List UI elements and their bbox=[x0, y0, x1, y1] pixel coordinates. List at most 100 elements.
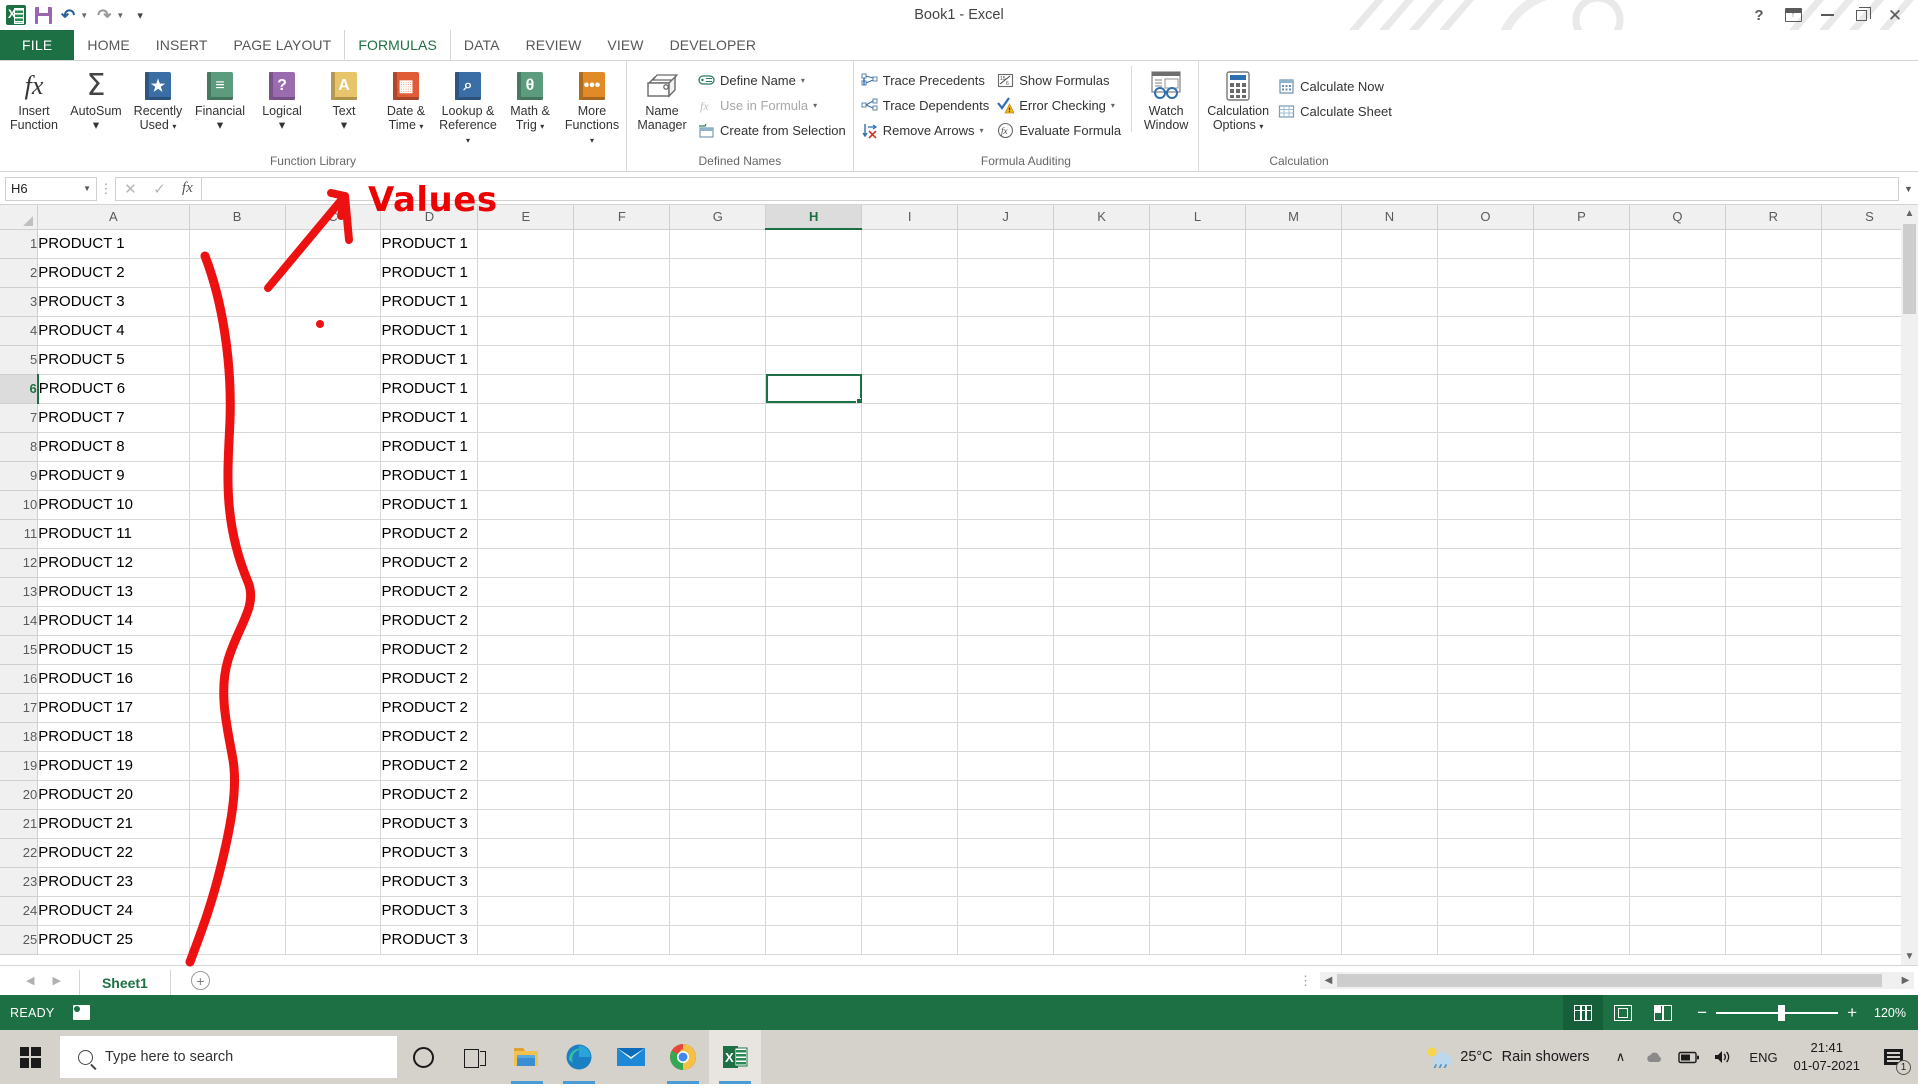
cell-N12[interactable] bbox=[1341, 548, 1438, 578]
cell-C25[interactable] bbox=[285, 925, 382, 955]
column-header-B[interactable]: B bbox=[189, 205, 286, 230]
cell-L20[interactable] bbox=[1149, 780, 1246, 810]
cell-P4[interactable] bbox=[1533, 316, 1630, 346]
cell-C4[interactable] bbox=[285, 316, 382, 346]
cell-E19[interactable] bbox=[477, 751, 575, 781]
cell-N2[interactable] bbox=[1341, 258, 1438, 288]
cell-H14[interactable] bbox=[765, 606, 863, 636]
cell-H2[interactable] bbox=[765, 258, 863, 288]
cell-K4[interactable] bbox=[1053, 316, 1151, 346]
use-in-formula-dropdown-icon[interactable]: ▾ bbox=[813, 101, 817, 110]
define-name-button[interactable]: Define Name ▾ bbox=[694, 68, 850, 93]
cell-M14[interactable] bbox=[1245, 606, 1342, 636]
cell-P2[interactable] bbox=[1533, 258, 1630, 288]
column-header-C[interactable]: C bbox=[285, 205, 382, 230]
expand-formula-bar-icon[interactable]: ▼ bbox=[1899, 184, 1918, 194]
cell-L10[interactable] bbox=[1149, 490, 1246, 520]
undo-icon[interactable]: ↶ bbox=[61, 7, 75, 24]
cell-N8[interactable] bbox=[1341, 432, 1438, 462]
cell-Q4[interactable] bbox=[1629, 316, 1726, 346]
cell-H21[interactable] bbox=[765, 809, 863, 839]
cell-D21[interactable]: PRODUCT 3 bbox=[380, 809, 479, 839]
cell-K3[interactable] bbox=[1053, 287, 1151, 317]
cell-B20[interactable] bbox=[189, 780, 286, 810]
cell-D11[interactable]: PRODUCT 2 bbox=[380, 519, 479, 549]
cell-H9[interactable] bbox=[765, 461, 863, 491]
cell-D14[interactable]: PRODUCT 2 bbox=[380, 606, 479, 636]
cell-Q12[interactable] bbox=[1629, 548, 1726, 578]
cell-B6[interactable] bbox=[189, 374, 286, 404]
row-header-6[interactable]: 6 bbox=[0, 374, 39, 404]
cell-L1[interactable] bbox=[1149, 229, 1246, 259]
cell-R8[interactable] bbox=[1725, 432, 1822, 462]
cell-Q16[interactable] bbox=[1629, 664, 1726, 694]
cell-O18[interactable] bbox=[1437, 722, 1534, 752]
cell-N23[interactable] bbox=[1341, 867, 1438, 897]
cell-O25[interactable] bbox=[1437, 925, 1534, 955]
cell-C14[interactable] bbox=[285, 606, 382, 636]
cell-D3[interactable]: PRODUCT 1 bbox=[380, 287, 479, 317]
cell-B25[interactable] bbox=[189, 925, 286, 955]
cell-E4[interactable] bbox=[477, 316, 575, 346]
cell-O21[interactable] bbox=[1437, 809, 1534, 839]
cortana-button[interactable] bbox=[397, 1030, 449, 1084]
cell-Q1[interactable] bbox=[1629, 229, 1726, 259]
cell-D9[interactable]: PRODUCT 1 bbox=[380, 461, 479, 491]
cell-G19[interactable] bbox=[669, 751, 767, 781]
cell-M25[interactable] bbox=[1245, 925, 1342, 955]
cell-I16[interactable] bbox=[861, 664, 959, 694]
mail-button[interactable] bbox=[605, 1030, 657, 1084]
cell-M20[interactable] bbox=[1245, 780, 1342, 810]
cell-Q21[interactable] bbox=[1629, 809, 1726, 839]
cell-F1[interactable] bbox=[573, 229, 671, 259]
cell-G8[interactable] bbox=[669, 432, 767, 462]
cell-D15[interactable]: PRODUCT 2 bbox=[380, 635, 479, 665]
cell-O10[interactable] bbox=[1437, 490, 1534, 520]
cell-A20[interactable]: PRODUCT 20 bbox=[37, 780, 190, 810]
cell-E20[interactable] bbox=[477, 780, 575, 810]
cell-D19[interactable]: PRODUCT 2 bbox=[380, 751, 479, 781]
cell-C11[interactable] bbox=[285, 519, 382, 549]
row-header-16[interactable]: 16 bbox=[0, 664, 39, 694]
cell-M7[interactable] bbox=[1245, 403, 1342, 433]
chrome-button[interactable] bbox=[657, 1030, 709, 1084]
enter-icon[interactable]: ✓ bbox=[153, 180, 166, 198]
cell-E12[interactable] bbox=[477, 548, 575, 578]
cell-F7[interactable] bbox=[573, 403, 671, 433]
cell-F6[interactable] bbox=[573, 374, 671, 404]
cell-L9[interactable] bbox=[1149, 461, 1246, 491]
cell-K18[interactable] bbox=[1053, 722, 1151, 752]
cell-A19[interactable]: PRODUCT 19 bbox=[37, 751, 190, 781]
row-header-7[interactable]: 7 bbox=[0, 403, 39, 433]
cell-G17[interactable] bbox=[669, 693, 767, 723]
cell-D22[interactable]: PRODUCT 3 bbox=[380, 838, 479, 868]
column-header-A[interactable]: A bbox=[37, 205, 190, 230]
cell-P3[interactable] bbox=[1533, 287, 1630, 317]
cell-I12[interactable] bbox=[861, 548, 959, 578]
cell-B14[interactable] bbox=[189, 606, 286, 636]
show-hidden-icons-button[interactable]: ∧ bbox=[1604, 1030, 1638, 1084]
cell-N14[interactable] bbox=[1341, 606, 1438, 636]
cell-H18[interactable] bbox=[765, 722, 863, 752]
cell-K24[interactable] bbox=[1053, 896, 1151, 926]
sheet-nav-next-icon[interactable]: ▶ bbox=[52, 974, 60, 987]
cell-I13[interactable] bbox=[861, 577, 959, 607]
formula-bar-handle[interactable]: ⋮ bbox=[97, 181, 115, 197]
logical-dropdown-icon[interactable]: ▾ bbox=[279, 118, 285, 132]
cell-A16[interactable]: PRODUCT 16 bbox=[37, 664, 190, 694]
cell-D1[interactable]: PRODUCT 1 bbox=[380, 229, 479, 259]
cell-H5[interactable] bbox=[765, 345, 863, 375]
cell-C12[interactable] bbox=[285, 548, 382, 578]
cell-P1[interactable] bbox=[1533, 229, 1630, 259]
cell-H23[interactable] bbox=[765, 867, 863, 897]
cell-A8[interactable]: PRODUCT 8 bbox=[37, 432, 190, 462]
cell-B8[interactable] bbox=[189, 432, 286, 462]
evaluate-formula-button[interactable]: fx Evaluate Formula bbox=[993, 118, 1125, 143]
cell-N1[interactable] bbox=[1341, 229, 1438, 259]
column-header-K[interactable]: K bbox=[1053, 205, 1151, 230]
cell-N17[interactable] bbox=[1341, 693, 1438, 723]
cell-A5[interactable]: PRODUCT 5 bbox=[37, 345, 190, 375]
row-header-9[interactable]: 9 bbox=[0, 461, 39, 491]
cell-J6[interactable] bbox=[957, 374, 1055, 404]
trace-dependents-button[interactable]: Trace Dependents bbox=[857, 93, 993, 118]
